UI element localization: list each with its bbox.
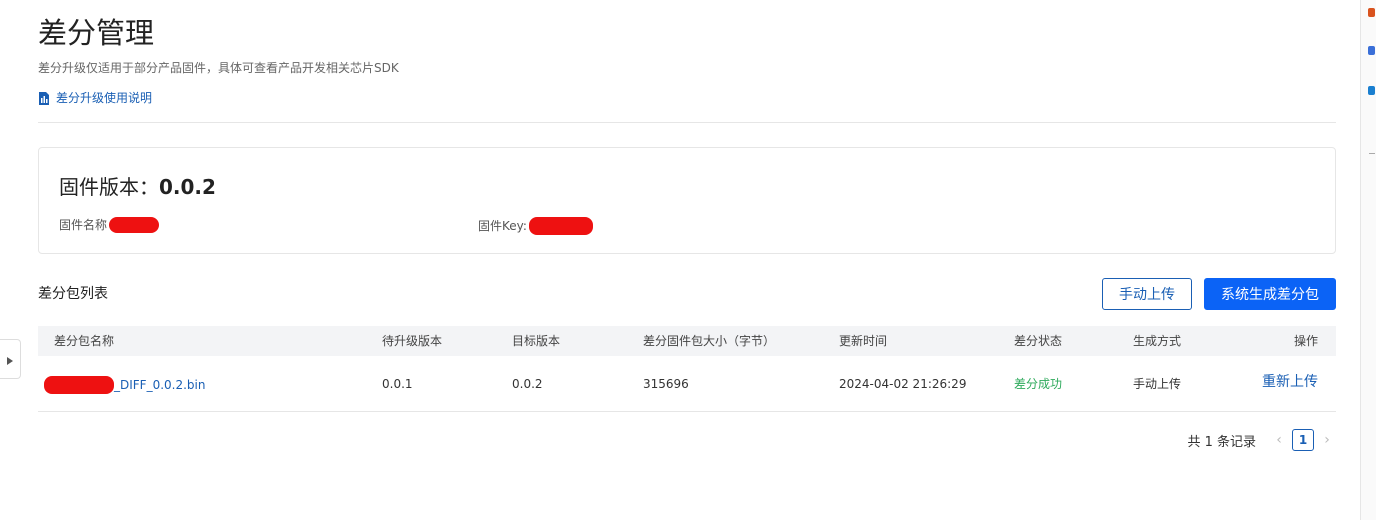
- page-subtitle: 差分升级仅适用于部分产品固件，具体可查看产品开发相关芯片SDK: [38, 61, 399, 75]
- target-version: 0.0.2: [512, 377, 543, 391]
- diff-package-table: 差分包名称 待升级版本 目标版本 差分固件包大小（字节） 更新时间 差分状态 生…: [38, 326, 1336, 412]
- caret-right-icon: [7, 350, 13, 369]
- col-generate-method: 生成方式: [1133, 334, 1182, 348]
- page-title: 差分管理: [38, 16, 155, 50]
- rail-icon-blue[interactable]: [1368, 46, 1375, 55]
- sidebar-toggle-button[interactable]: [0, 339, 21, 379]
- header-divider: [38, 122, 1336, 123]
- firmware-info-card: 固件版本：0.0.2 固件名称 固件Key:: [38, 147, 1336, 254]
- doc-link[interactable]: 差分升级使用说明: [38, 89, 152, 107]
- firmware-name-label: 固件名称: [59, 218, 108, 232]
- package-name-suffix: _DIFF_0.0.2.bin: [114, 378, 206, 392]
- firmware-version: 固件版本：0.0.2: [59, 174, 216, 200]
- manual-upload-button[interactable]: 手动上传: [1102, 278, 1192, 310]
- rail-divider: [1369, 153, 1375, 154]
- firmware-key-label: 固件Key:: [478, 219, 527, 233]
- col-diff-status: 差分状态: [1014, 334, 1063, 348]
- col-from-version: 待升级版本: [382, 334, 443, 348]
- diff-list-title: 差分包列表: [38, 286, 108, 302]
- redacted-firmware-name: [109, 217, 160, 233]
- col-target-version: 目标版本: [512, 334, 561, 348]
- firmware-key: 固件Key:: [478, 217, 593, 235]
- main-content: 差分管理 差分升级仅适用于部分产品固件，具体可查看产品开发相关芯片SDK 差分升…: [38, 0, 1336, 520]
- package-name-link[interactable]: _DIFF_0.0.2.bin: [44, 376, 206, 394]
- table-row: _DIFF_0.0.2.bin 0.0.1 0.0.2 315696 2024-…: [38, 356, 1336, 412]
- col-updated-time: 更新时间: [839, 334, 888, 348]
- document-chart-icon: [38, 91, 50, 105]
- col-package-name: 差分包名称: [54, 334, 115, 348]
- col-package-size: 差分固件包大小（字节）: [643, 334, 776, 348]
- rail-icon-blue-2[interactable]: [1368, 86, 1375, 95]
- right-side-rail: [1360, 0, 1376, 520]
- firmware-version-value: 0.0.2: [159, 175, 216, 199]
- chevron-right-icon[interactable]: ›: [1318, 432, 1336, 448]
- rail-icon-orange[interactable]: [1368, 8, 1375, 17]
- updated-time: 2024-04-02 21:26:29: [839, 377, 967, 391]
- page-number-current[interactable]: 1: [1292, 429, 1314, 451]
- firmware-version-label: 固件版本：: [59, 175, 159, 199]
- table-header: 差分包名称 待升级版本 目标版本 差分固件包大小（字节） 更新时间 差分状态 生…: [38, 326, 1336, 356]
- firmware-name: 固件名称: [59, 217, 160, 233]
- pagination: 共 1 条记录 ‹ 1 ›: [1187, 429, 1336, 451]
- diff-status: 差分成功: [1014, 377, 1063, 391]
- pagination-total: 共 1 条记录: [1187, 434, 1256, 450]
- generate-diff-button[interactable]: 系统生成差分包: [1204, 278, 1336, 310]
- col-actions: 操作: [1293, 334, 1318, 348]
- generate-method: 手动上传: [1133, 377, 1182, 391]
- reupload-link[interactable]: 重新上传: [1262, 374, 1318, 390]
- redacted-package-prefix: [44, 376, 114, 394]
- package-size: 315696: [643, 377, 689, 391]
- redacted-firmware-key: [528, 217, 593, 235]
- chevron-left-icon[interactable]: ‹: [1270, 432, 1288, 448]
- from-version: 0.0.1: [382, 377, 413, 391]
- doc-link-label: 差分升级使用说明: [56, 91, 153, 105]
